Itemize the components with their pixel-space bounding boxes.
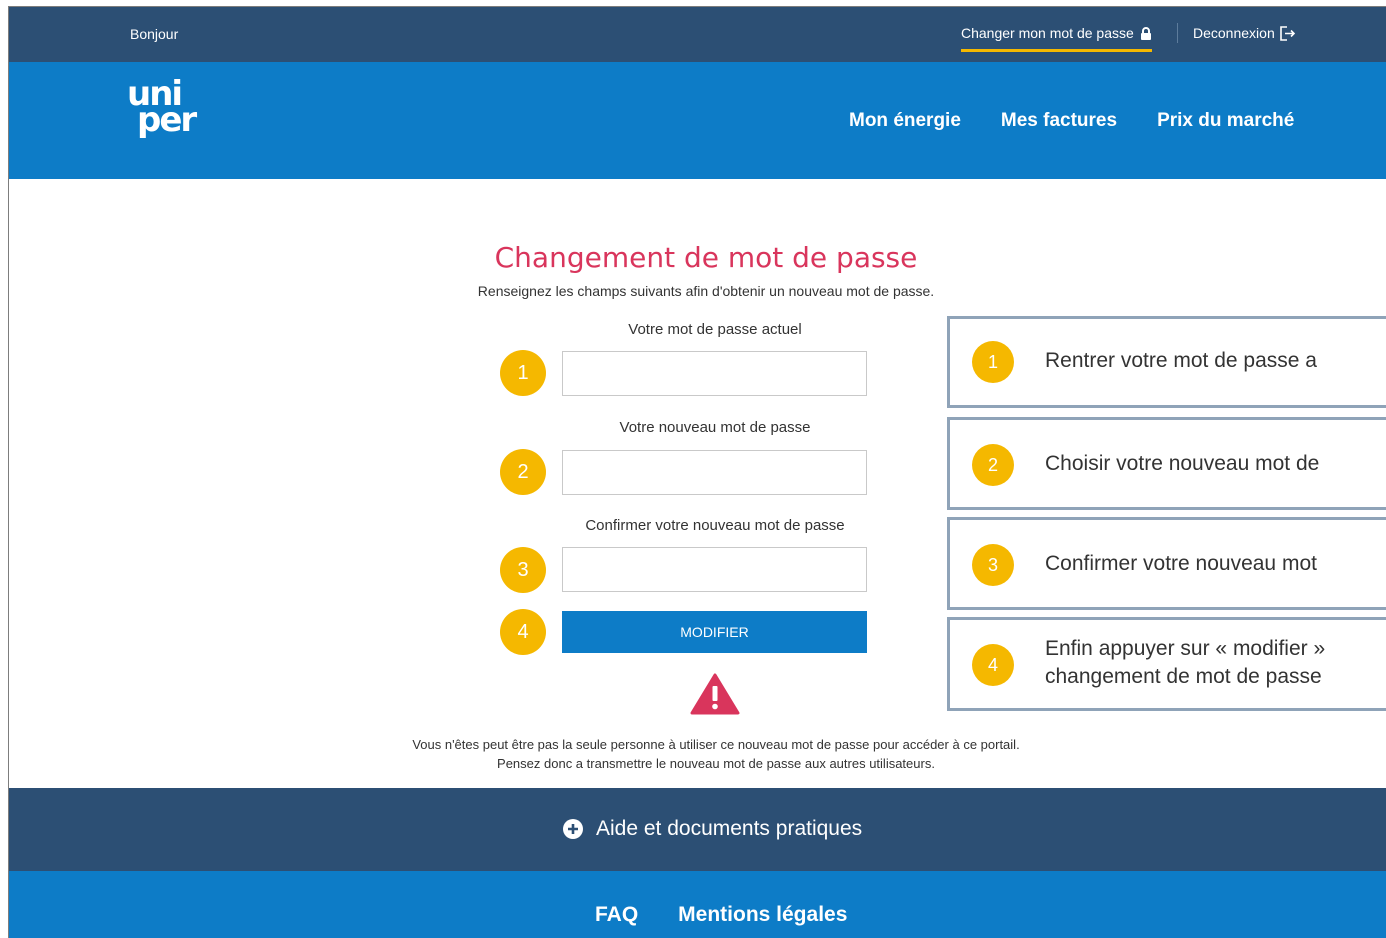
warning-icon	[690, 673, 740, 715]
footer: FAQ Mentions légales	[9, 871, 1386, 938]
step-badge-2: 2	[500, 449, 546, 495]
footer-mentions-legales-link[interactable]: Mentions légales	[678, 903, 847, 927]
current-password-input[interactable]	[562, 351, 867, 396]
instruction-callout-4: 4 Enfin appuyer sur « modifier » changem…	[947, 617, 1386, 711]
logout-link[interactable]: Deconnexion	[1193, 25, 1296, 41]
confirm-password-label: Confirmer votre nouveau mot de passe	[585, 517, 845, 534]
page-frame: Bonjour Changer mon mot de passe Deconne…	[8, 6, 1386, 938]
callout-text-4-line-2: changement de mot de passe	[1045, 665, 1322, 688]
instruction-callout-2: 2 Choisir votre nouveau mot de	[947, 417, 1386, 510]
logo-line-2: per	[137, 100, 197, 140]
logout-label: Deconnexion	[1193, 25, 1275, 41]
callout-badge-2: 2	[972, 444, 1014, 486]
footer-faq-link[interactable]: FAQ	[595, 903, 638, 927]
step-badge-3: 3	[500, 547, 546, 593]
warning-line-1: Vous n'êtes peut être pas la seule perso…	[412, 737, 1020, 752]
help-bar: Aide et documents pratiques	[9, 788, 1386, 871]
help-documents-label: Aide et documents pratiques	[596, 817, 863, 840]
warning-text: Vous n'êtes peut être pas la seule perso…	[9, 735, 1386, 773]
new-password-label: Votre nouveau mot de passe	[619, 419, 811, 436]
main-nav: Mon énergie Mes factures Prix du marché	[849, 110, 1294, 132]
lock-icon	[1140, 26, 1151, 40]
plus-circle-icon	[563, 819, 583, 839]
callout-badge-3: 3	[972, 544, 1014, 586]
instruction-callout-1: 1 Rentrer votre mot de passe a	[947, 316, 1386, 408]
callout-text-3: Confirmer votre nouveau mot	[1045, 552, 1317, 575]
logout-icon	[1279, 25, 1295, 41]
callout-text-2: Choisir votre nouveau mot de	[1045, 452, 1320, 475]
callout-badge-4: 4	[972, 644, 1014, 686]
nav-mon-energie[interactable]: Mon énergie	[849, 110, 961, 132]
nav-mes-factures[interactable]: Mes factures	[1001, 110, 1117, 132]
footer-links: FAQ Mentions légales	[595, 903, 847, 927]
new-password-input[interactable]	[562, 450, 867, 495]
callout-text-1: Rentrer votre mot de passe a	[1045, 349, 1317, 372]
change-password-link[interactable]: Changer mon mot de passe	[961, 25, 1152, 52]
page-title: Changement de mot de passe	[494, 241, 918, 274]
help-documents-link[interactable]: Aide et documents pratiques	[562, 817, 862, 841]
step-badge-1: 1	[500, 350, 546, 396]
current-password-label: Votre mot de passe actuel	[628, 321, 802, 338]
change-password-label: Changer mon mot de passe	[961, 25, 1134, 41]
uniper-logo[interactable]: uni per	[127, 77, 197, 140]
main-header: uni per Mon énergie Mes factures Prix du…	[9, 62, 1386, 179]
callout-text-4: Enfin appuyer sur « modifier » changemen…	[1045, 635, 1325, 691]
instruction-callout-3: 3 Confirmer votre nouveau mot	[947, 517, 1386, 610]
confirm-password-input[interactable]	[562, 547, 867, 592]
topbar-divider	[1177, 23, 1178, 43]
callout-badge-1: 1	[972, 341, 1014, 383]
greeting-text: Bonjour	[130, 26, 179, 42]
page-subtitle: Renseignez les champs suivants afin d'ob…	[477, 283, 935, 299]
warning-line-2: Pensez donc a transmettre le nouveau mot…	[497, 756, 935, 771]
callout-text-4-line-1: Enfin appuyer sur « modifier »	[1045, 637, 1326, 660]
nav-prix-du-marche[interactable]: Prix du marché	[1157, 110, 1294, 132]
step-badge-4: 4	[500, 609, 546, 655]
top-bar: Bonjour Changer mon mot de passe Deconne…	[9, 7, 1386, 62]
modifier-button[interactable]: MODIFIER	[562, 611, 867, 653]
